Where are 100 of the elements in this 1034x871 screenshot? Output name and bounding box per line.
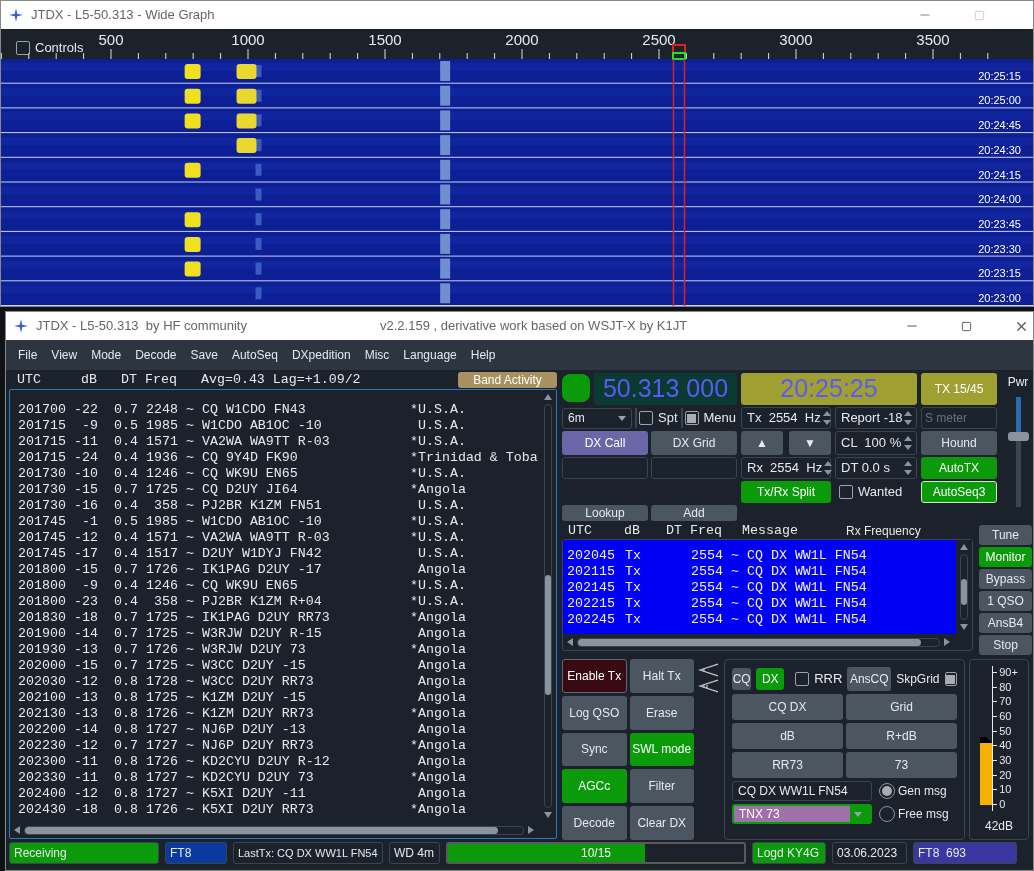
tab-arrow-icon[interactable] — [698, 679, 718, 693]
scroll-right-icon[interactable] — [944, 638, 950, 646]
scrollbar-thumb[interactable] — [545, 575, 551, 695]
dx-call-field[interactable] — [562, 457, 648, 479]
tx-row[interactable]: 202215 Tx 2554 ~ CQ DX WW1L FN54 — [563, 596, 956, 612]
generated-message-field[interactable]: CQ DX WW1L FN54 — [732, 781, 872, 801]
control-button[interactable]: Enable Tx — [562, 659, 627, 693]
scroll-up-icon[interactable] — [544, 394, 552, 400]
checkbox[interactable] — [944, 672, 957, 686]
menu-item[interactable]: Help — [470, 346, 496, 364]
band-dropdown[interactable]: 6m — [562, 407, 632, 429]
free-message-dropdown[interactable]: TNX 73 — [732, 804, 872, 824]
s-meter-field[interactable]: S meter — [921, 407, 997, 429]
decode-row[interactable]: 202430 -18 0.8 1726 ~ K5XI D2UY RR73 *Angola — [10, 802, 540, 818]
tx-row[interactable]: 202045 Tx 2554 ~ CQ DX WW1L FN54 — [563, 548, 956, 564]
tab-arrow-icon[interactable] — [698, 663, 718, 677]
message-button[interactable]: 73 — [846, 752, 957, 778]
control-button[interactable]: Decode — [562, 806, 627, 840]
scroll-down-icon[interactable] — [960, 624, 968, 630]
checkbox[interactable] — [684, 411, 699, 425]
tx-frequency-spinbox[interactable]: Tx 2554 Hz — [741, 407, 831, 429]
message-button[interactable]: CQ DX — [732, 694, 843, 720]
decode-row[interactable]: 202400 -12 0.8 1727 ~ K5XI D2UY -11 Angola — [10, 786, 540, 802]
decode-row[interactable]: 202200 -14 0.8 1727 ~ NJ6P D2UY -13 Angola — [10, 722, 540, 738]
menu-item[interactable]: View — [51, 346, 78, 364]
decode-row[interactable]: 201745 -12 0.4 1571 ~ VA2WA WA9TT R-03 *U.S.A. — [10, 530, 540, 546]
side-button[interactable]: AnsB4 — [979, 613, 1032, 633]
decode-row[interactable]: 202130 -13 0.8 1726 ~ K1ZM D2UY RR73 *Angola — [10, 706, 540, 722]
menu-item[interactable]: Mode — [91, 346, 122, 364]
control-button[interactable]: Log QSO — [562, 695, 627, 730]
cq-button[interactable]: CQ — [732, 668, 752, 690]
menu-item[interactable]: Misc — [364, 346, 390, 364]
checkbox[interactable] — [639, 411, 653, 425]
decode-row[interactable]: 201730 -16 0.4 358 ~ PJ2BR K1ZM FN51 U.S.A. — [10, 498, 540, 514]
scrollbar-track[interactable] — [24, 825, 524, 835]
autoseq-button[interactable]: AutoSeq3 — [921, 481, 997, 503]
checkbox[interactable] — [839, 485, 853, 499]
message-button[interactable]: RR73 — [732, 752, 843, 778]
checkbox[interactable] — [16, 40, 30, 55]
control-button[interactable]: SWL mode — [629, 732, 694, 767]
menu-item[interactable]: Language — [403, 346, 457, 364]
scrollbar-thumb[interactable] — [961, 579, 967, 605]
scroll-left-icon[interactable] — [14, 826, 20, 834]
scrollbar-track[interactable] — [577, 637, 940, 647]
menu-item[interactable]: File — [18, 346, 38, 364]
decode-row[interactable]: 201800 -9 0.4 1246 ~ CQ WK9U EN65 *U.S.A. — [10, 578, 540, 594]
message-button[interactable]: R+dB — [846, 723, 957, 749]
checkbox[interactable] — [795, 672, 810, 686]
decode-row[interactable]: 201715 -24 0.4 1936 ~ CQ 9Y4D FK90 *Trinidad & Toba — [10, 450, 540, 466]
control-button[interactable]: AGCc — [562, 769, 627, 804]
dx-button[interactable]: DX — [756, 668, 785, 690]
decode-row[interactable]: 201715 -9 0.5 1985 ~ W1CDO AB1OC -10 U.S.A. — [10, 418, 540, 434]
control-button[interactable]: Clear DX — [629, 806, 694, 840]
decode-row[interactable]: 202100 -13 0.8 1725 ~ K1ZM D2UY -15 Angola — [10, 690, 540, 706]
scroll-up-icon[interactable] — [960, 544, 968, 550]
message-button[interactable]: dB — [732, 723, 843, 749]
tx-row[interactable]: 202115 Tx 2554 ~ CQ DX WW1L FN54 — [563, 564, 956, 580]
rx-frequency-spinbox[interactable]: Rx 2554 Hz — [741, 457, 831, 479]
add-button[interactable]: Add — [651, 505, 737, 521]
cl-spinbox[interactable]: CL 100 % — [835, 431, 917, 455]
decode-row[interactable]: 201730 -10 0.4 1246 ~ CQ WK9U EN65 *U.S.A. — [10, 466, 540, 482]
side-button[interactable]: 1 QSO — [979, 591, 1032, 611]
scroll-right-icon[interactable] — [528, 826, 534, 834]
up-button[interactable]: ▲ — [741, 431, 783, 455]
menu-item[interactable]: Save — [190, 346, 218, 364]
maximize-icon[interactable] — [961, 320, 972, 332]
autotx-button[interactable]: AutoTX — [921, 457, 997, 479]
down-button[interactable]: ▼ — [789, 431, 831, 455]
decode-row[interactable]: 201800 -23 0.4 358 ~ PJ2BR K1ZM R+04 *U.S.A. — [10, 594, 540, 610]
control-button[interactable]: Sync — [562, 732, 627, 767]
decode-row[interactable]: 202300 -11 0.8 1726 ~ KD2CYU D2UY R-12 Angola — [10, 754, 540, 770]
menu-item[interactable]: AutoSeq — [231, 346, 278, 364]
decode-row[interactable]: 201800 -15 0.7 1726 ~ IK1PAG D2UY -17 Angola — [10, 562, 540, 578]
decode-row[interactable]: 201930 -13 0.7 1726 ~ W3RJW D2UY 73 *Angola — [10, 642, 540, 658]
tx-row[interactable]: 202245 Tx 2554 ~ CQ DX WW1L FN54 — [563, 612, 956, 628]
menu-item[interactable]: Decode — [135, 346, 177, 364]
decode-row[interactable]: 202000 -15 0.7 1725 ~ W3CC D2UY -15 Angola — [10, 658, 540, 674]
hound-button[interactable]: Hound — [921, 431, 997, 455]
scrollbar-thumb[interactable] — [25, 826, 499, 834]
decode-row[interactable]: 201715 -11 0.4 1571 ~ VA2WA WA9TT R-03 *U.S.A. — [10, 434, 540, 450]
side-button[interactable]: Stop — [979, 635, 1032, 655]
side-button[interactable]: Monitor — [979, 547, 1032, 567]
report-spinbox[interactable]: Report -18 — [835, 407, 917, 429]
decode-row[interactable]: 201745 -1 0.5 1985 ~ W1CDO AB1OC -10 *U.S.A. — [10, 514, 540, 530]
lookup-button[interactable]: Lookup — [562, 505, 648, 521]
decode-row[interactable]: 201900 -14 0.7 1725 ~ W3RJW D2UY R-15 Angola — [10, 626, 540, 642]
side-button[interactable]: Tune — [979, 525, 1032, 545]
control-button[interactable]: Erase — [629, 695, 694, 730]
decode-row[interactable]: 202030 -12 0.8 1728 ~ W3CC D2UY RR73 Angola — [10, 674, 540, 690]
ans-cq-button[interactable]: AnsCQ — [847, 667, 892, 691]
control-button[interactable]: Halt Tx — [629, 659, 694, 693]
decode-row[interactable]: 202230 -12 0.7 1727 ~ NJ6P D2UY RR73 *Angola — [10, 738, 540, 754]
decode-row[interactable]: 201700 -22 0.7 2248 ~ CQ W1CDO FN43 *U.S.A. — [10, 402, 540, 418]
scroll-left-icon[interactable] — [567, 638, 573, 646]
dx-grid-field[interactable] — [651, 457, 737, 479]
scroll-down-icon[interactable] — [544, 812, 552, 818]
scrollbar-thumb[interactable] — [578, 638, 921, 646]
message-button[interactable]: Grid — [846, 694, 957, 720]
split-button[interactable]: Tx/Rx Split — [741, 481, 831, 503]
dx-call-button[interactable]: DX Call — [562, 431, 648, 455]
